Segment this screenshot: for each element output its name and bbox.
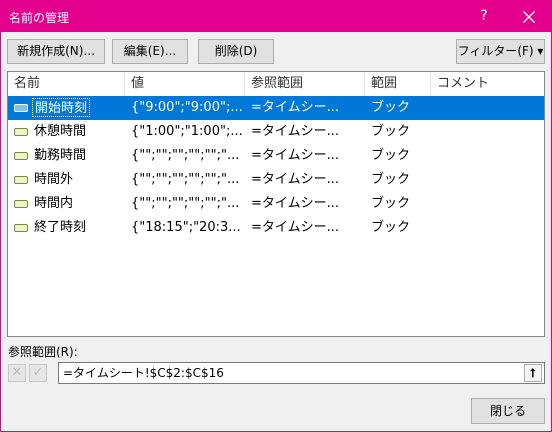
name-manager-dialog: 名前の管理 ? 新規作成(N)... 編集(E)... 削除(D) フィルター(… — [0, 0, 552, 432]
cell-name: 時間内 — [34, 196, 74, 211]
cell-scope: ブック — [371, 124, 411, 139]
named-range-icon — [14, 200, 28, 208]
cell-ref: =タイムシー... — [251, 196, 340, 211]
cell-name: 勤務時間 — [34, 148, 87, 163]
cell-scope: ブック — [371, 148, 411, 163]
cell-ref: =タイムシー... — [251, 148, 340, 163]
names-list[interactable]: 名前 値 参照範囲 範囲 コメント 開始時刻 {"9:00";"9:00";...… — [7, 71, 545, 337]
dialog-title: 名前の管理 — [9, 11, 70, 25]
cell-ref: =タイムシー... — [251, 100, 340, 115]
column-header-comment[interactable]: コメント — [431, 72, 544, 96]
list-header: 名前 値 参照範囲 範囲 コメント — [8, 72, 544, 97]
table-row[interactable]: 休憩時間 {"1:00";"1:00";... =タイムシー... ブック — [8, 120, 544, 144]
cell-name: 休憩時間 — [34, 124, 87, 139]
cell-name: 終了時刻 — [34, 220, 87, 235]
column-header-value[interactable]: 値 — [125, 72, 245, 96]
close-button[interactable]: 閉じる — [471, 398, 545, 424]
cell-scope: ブック — [371, 100, 411, 115]
column-header-scope[interactable]: 範囲 — [365, 72, 431, 96]
cell-scope: ブック — [371, 220, 411, 235]
reference-edit-icons: ✕ ✓ — [8, 364, 48, 382]
column-header-ref[interactable]: 参照範囲 — [245, 72, 365, 96]
table-row[interactable]: 終了時刻 {"18:15";"20:3... =タイムシー... ブック — [8, 216, 544, 240]
reference-value[interactable]: =タイムシート!$C$2:$C$16 — [63, 363, 224, 383]
cell-name: 開始時刻 — [32, 98, 91, 117]
cell-value: {"1:00";"1:00";... — [131, 124, 243, 139]
cell-scope: ブック — [371, 172, 411, 187]
close-window-button[interactable] — [506, 1, 551, 32]
collapse-dialog-icon[interactable]: ⭡ — [524, 364, 542, 382]
cell-ref: =タイムシー... — [251, 172, 340, 187]
cell-name: 時間外 — [34, 172, 74, 187]
cell-scope: ブック — [371, 196, 411, 211]
close-icon — [522, 10, 535, 23]
reference-input[interactable]: =タイムシート!$C$2:$C$16 ⭡ — [58, 362, 545, 384]
table-row[interactable]: 時間内 {"";"";"";"";"";"... =タイムシー... ブック — [8, 192, 544, 216]
cell-value: {"";"";"";"";"";"... — [131, 196, 240, 211]
cancel-icon[interactable]: ✕ — [8, 364, 26, 382]
cell-value: {"9:00";"9:00";... — [131, 100, 243, 115]
cell-value: {"18:15";"20:3... — [131, 220, 241, 235]
named-range-icon — [14, 224, 28, 232]
help-button[interactable]: ? — [466, 1, 502, 32]
named-range-icon — [14, 128, 28, 136]
table-row[interactable]: 時間外 {"";"";"";"";"";"... =タイムシー... ブック — [8, 168, 544, 192]
cell-value: {"";"";"";"";"";"... — [131, 172, 240, 187]
cell-ref: =タイムシー... — [251, 220, 340, 235]
table-row[interactable]: 開始時刻 {"9:00";"9:00";... =タイムシー... ブック — [8, 96, 544, 120]
column-header-name[interactable]: 名前 — [8, 72, 125, 96]
delete-button[interactable]: 削除(D) — [198, 39, 274, 64]
cell-value: {"";"";"";"";"";"... — [131, 148, 240, 163]
filter-button[interactable]: フィルター(F) ▾ — [456, 39, 545, 64]
named-range-icon — [14, 152, 28, 160]
edit-button[interactable]: 編集(E)... — [112, 39, 188, 64]
table-row[interactable]: 勤務時間 {"";"";"";"";"";"... =タイムシー... ブック — [8, 144, 544, 168]
cell-ref: =タイムシー... — [251, 124, 340, 139]
named-range-icon — [14, 104, 28, 112]
reference-label: 参照範囲(R): — [8, 345, 78, 359]
named-range-icon — [14, 176, 28, 184]
confirm-icon[interactable]: ✓ — [29, 364, 47, 382]
title-bar[interactable]: 名前の管理 ? — [1, 1, 551, 32]
new-button[interactable]: 新規作成(N)... — [7, 39, 105, 64]
